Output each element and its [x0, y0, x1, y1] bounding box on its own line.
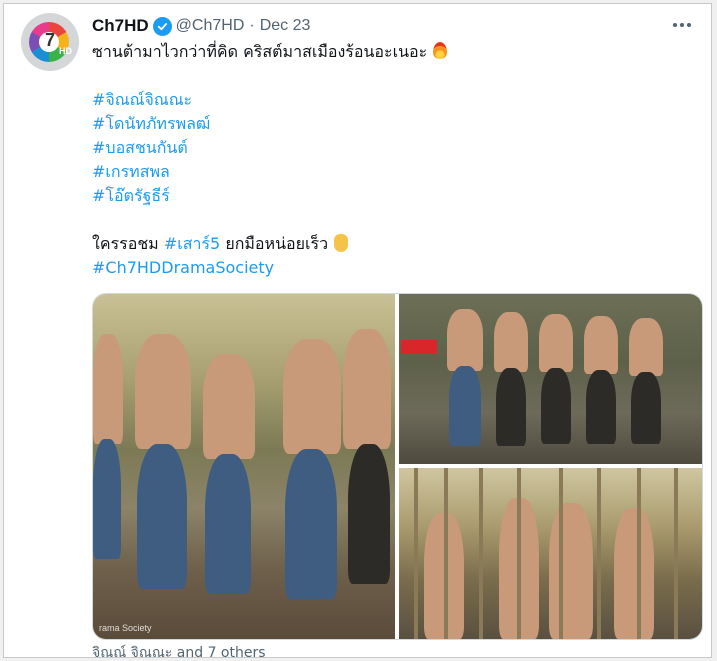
photo-3[interactable] — [399, 468, 702, 639]
cta-suffix: ยกมือหน่อยเร็ว — [225, 234, 329, 253]
cta-prefix: ใครรอชม — [92, 234, 159, 253]
hashtag-link[interactable]: #บอสชนกันต์ — [92, 138, 188, 157]
hashtag-link[interactable]: #เสาร์5 — [164, 234, 220, 253]
tweet-card: 7 HD Ch7HD @Ch7HD · Dec 23 ซานต้ามาไวกว่… — [3, 3, 712, 658]
avatar[interactable]: 7 HD — [21, 13, 79, 71]
image-watermark: rama Society — [99, 623, 152, 633]
verified-badge-icon — [152, 16, 172, 36]
tweet-date[interactable]: Dec 23 — [260, 17, 311, 35]
hashtag-link[interactable]: #Ch7HDDramaSociety — [92, 258, 274, 277]
tweet-text: ซานต้ามาไวกว่าที่คิด คริสต์มาสเมืองร้อนอ… — [92, 40, 692, 280]
tweet-line1: ซานต้ามาไวกว่าที่คิด คริสต์มาสเมืองร้อนอ… — [92, 42, 428, 61]
hashtag-link[interactable]: #โอ๊ตรัฐธีร์ — [92, 186, 170, 205]
cta-line: ใครรอชม #เสาร์5 ยกมือหน่อยเร็ว — [92, 232, 692, 256]
fire-emoji-icon — [433, 42, 448, 59]
hashtag-link[interactable]: #เกรทสพล — [92, 162, 170, 181]
text-line-1: ซานต้ามาไวกว่าที่คิด คริสต์มาสเมืองร้อนอ… — [92, 40, 692, 64]
photo-1[interactable]: rama Society — [93, 294, 395, 639]
logo-seven: 7 — [44, 30, 55, 50]
tagged-people[interactable]: จิณณ์ จิณณะ and 7 others — [92, 642, 266, 657]
hashtag-link[interactable]: #โดนัทภัทรพลฒ์ — [92, 114, 210, 133]
more-options-icon[interactable] — [668, 14, 696, 36]
raised-hand-emoji-icon — [334, 234, 349, 252]
tweet-header: Ch7HD @Ch7HD · Dec 23 — [92, 14, 310, 38]
separator-dot: · — [249, 17, 255, 34]
photo-2[interactable] — [399, 294, 702, 464]
hashtag-link[interactable]: #จิณณ์จิณณะ — [92, 90, 192, 109]
display-name[interactable]: Ch7HD — [92, 16, 149, 36]
logo-hd: HD — [59, 46, 72, 56]
user-handle[interactable]: @Ch7HD — [176, 17, 245, 35]
media-grid: rama Society — [92, 293, 703, 640]
